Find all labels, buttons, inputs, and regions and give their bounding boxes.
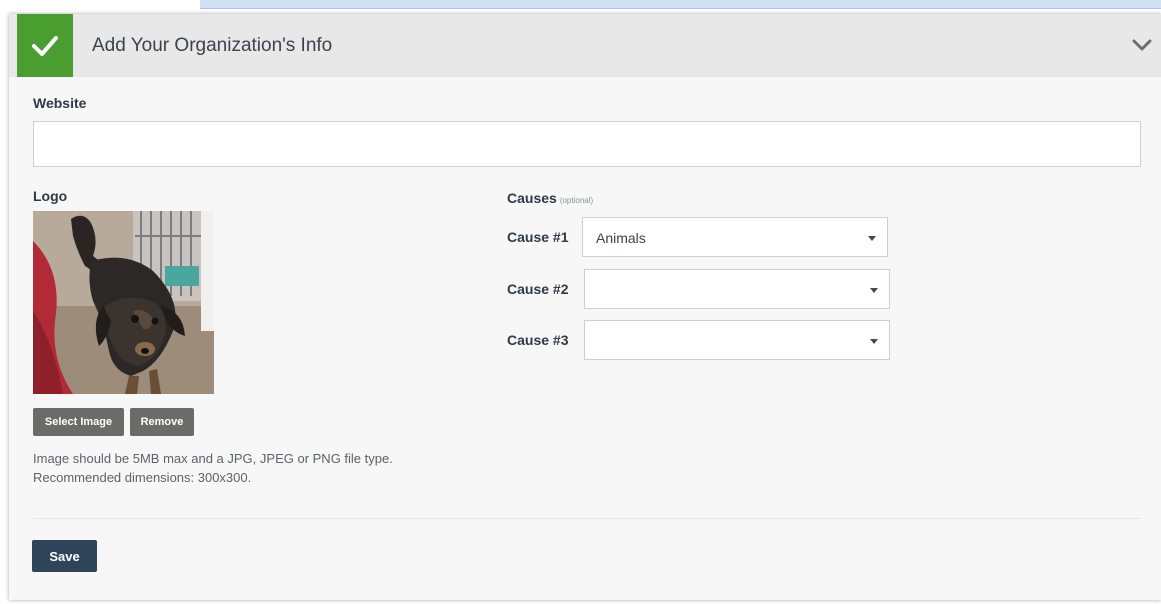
causes-optional-note: (optional) [559, 196, 594, 205]
select-image-button[interactable]: Select Image [33, 408, 124, 436]
cause-2-label: Cause #2 [507, 281, 569, 297]
chevron-down-icon[interactable] [1130, 37, 1154, 53]
causes-label: Causes (optional) [507, 190, 593, 206]
cause-2-select[interactable] [584, 269, 890, 309]
website-label: Website [33, 95, 87, 111]
image-help-text: Image should be 5MB max and a JPG, JPEG … [33, 451, 393, 466]
panel-header[interactable]: Add Your Organization's Info [9, 14, 1161, 77]
caret-down-icon [870, 339, 878, 344]
cause-3-select[interactable] [584, 320, 890, 360]
cause-1-select[interactable]: Animals [582, 217, 888, 257]
top-tab-strip [200, 0, 1161, 9]
logo-label: Logo [33, 188, 68, 204]
check-icon [32, 35, 58, 56]
panel-title: Add Your Organization's Info [92, 35, 333, 56]
website-input[interactable] [33, 121, 1141, 167]
org-info-panel: Add Your Organization's Info Website Log… [9, 14, 1161, 600]
caret-down-icon [868, 236, 876, 241]
image-dimensions-text: Recommended dimensions: 300x300. [33, 470, 252, 485]
dog-photo [33, 211, 214, 394]
section-divider [33, 518, 1141, 519]
cause-1-value: Animals [596, 230, 646, 246]
remove-image-button[interactable]: Remove [130, 408, 194, 436]
logo-image [33, 211, 214, 394]
causes-title: Causes [507, 190, 557, 206]
completed-check-badge [17, 14, 73, 77]
cause-3-label: Cause #3 [507, 332, 569, 348]
caret-down-icon [870, 288, 878, 293]
cause-1-label: Cause #1 [507, 229, 569, 245]
save-button[interactable]: Save [32, 540, 97, 572]
